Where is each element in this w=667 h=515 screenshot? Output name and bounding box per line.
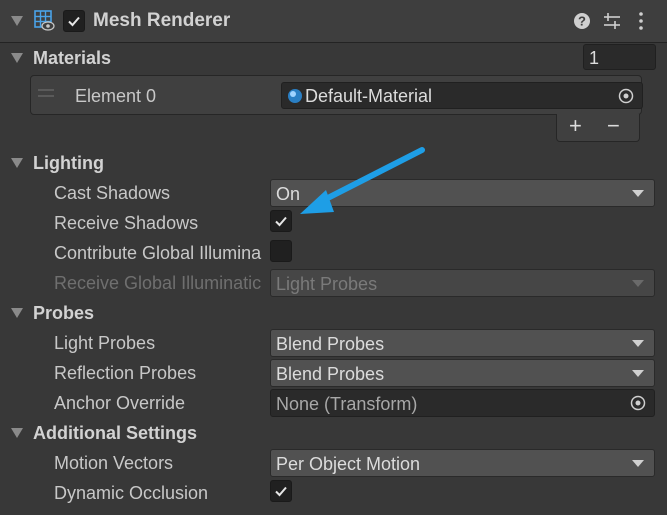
chevron-down-icon: [632, 460, 644, 467]
chevron-down-icon: [632, 280, 644, 287]
svg-text:?: ?: [578, 14, 586, 29]
anchor-override-value: None (Transform): [276, 394, 418, 414]
lighting-foldout-icon[interactable]: [11, 158, 23, 168]
motion-vectors-value: Per Object Motion: [276, 454, 421, 474]
anchor-override-field[interactable]: None (Transform): [270, 389, 655, 417]
motion-vectors-dropdown[interactable]: Per Object Motion: [270, 449, 655, 477]
receive-shadows-label: Receive Shadows: [54, 213, 199, 233]
materials-foldout-icon[interactable]: [11, 53, 23, 63]
materials-count-field[interactable]: 1: [583, 44, 656, 70]
light-probes-dropdown[interactable]: Blend Probes: [270, 329, 655, 357]
additional-settings-label[interactable]: Additional Settings: [33, 421, 197, 445]
reflection-probes-label: Reflection Probes: [54, 363, 197, 383]
receive-gi-dropdown: Light Probes: [270, 269, 655, 297]
component-enabled-checkbox[interactable]: [63, 10, 85, 32]
mesh-renderer-icon: [34, 10, 55, 31]
help-icon[interactable]: ?: [573, 12, 591, 30]
component-title: Mesh Renderer: [93, 10, 231, 31]
add-element-button[interactable]: +: [569, 114, 582, 138]
materials-count-value: 1: [589, 48, 600, 68]
receive-gi-value: Light Probes: [276, 274, 378, 294]
chevron-down-icon: [632, 190, 644, 197]
dynamic-occlusion-label: Dynamic Occlusion: [54, 483, 209, 503]
material-sphere-icon: [288, 89, 302, 103]
anchor-override-label: Anchor Override: [54, 393, 186, 413]
light-probes-value: Blend Probes: [276, 334, 385, 354]
chevron-down-icon: [632, 370, 644, 377]
element-0-object-field[interactable]: Default-Material: [281, 82, 643, 109]
receive-gi-label: Receive Global Illuminatic: [54, 273, 262, 293]
materials-label[interactable]: Materials: [33, 46, 111, 70]
additional-settings-foldout-icon[interactable]: [11, 428, 23, 438]
drag-handle-icon[interactable]: [38, 89, 54, 91]
annotation-arrow-icon: [300, 147, 425, 214]
remove-element-button[interactable]: −: [607, 114, 620, 138]
reflection-probes-dropdown[interactable]: Blend Probes: [270, 359, 655, 387]
contribute-gi-checkbox[interactable]: [270, 240, 292, 262]
receive-shadows-checkbox[interactable]: [270, 210, 292, 232]
light-probes-label: Light Probes: [54, 333, 156, 353]
motion-vectors-label: Motion Vectors: [54, 453, 174, 473]
object-picker-icon[interactable]: [630, 395, 646, 411]
reflection-probes-value: Blend Probes: [276, 364, 385, 384]
presets-icon[interactable]: [602, 12, 622, 30]
more-options-icon[interactable]: [636, 11, 646, 31]
lighting-label[interactable]: Lighting: [33, 151, 104, 175]
element-0-label: Element 0: [75, 86, 157, 106]
cast-shadows-label: Cast Shadows: [54, 183, 171, 203]
element-0-value: Default-Material: [305, 86, 433, 106]
probes-label[interactable]: Probes: [33, 301, 94, 325]
object-picker-icon[interactable]: [618, 88, 634, 104]
dynamic-occlusion-checkbox[interactable]: [270, 480, 292, 502]
chevron-down-icon: [632, 340, 644, 347]
contribute-gi-label: Contribute Global Illumina: [54, 243, 262, 263]
foldout-triangle-icon[interactable]: [11, 16, 23, 26]
probes-foldout-icon[interactable]: [11, 308, 23, 318]
